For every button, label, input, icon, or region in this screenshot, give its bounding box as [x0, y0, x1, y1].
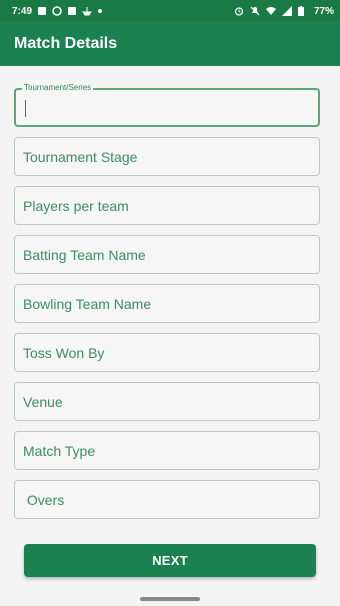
whatsapp-icon: [52, 6, 62, 16]
ship-icon: [82, 6, 92, 16]
toss-won-by-field[interactable]: Toss Won By: [14, 333, 320, 372]
overs-placeholder: Overs: [23, 491, 65, 508]
match-details-form: Tournament/Series Tournament Stage Playe…: [14, 83, 320, 529]
app-bar: Match Details: [0, 22, 340, 66]
tournament-series-field[interactable]: Tournament/Series: [14, 83, 320, 127]
match-type-placeholder: Match Type: [23, 442, 96, 459]
venue-placeholder: Venue: [23, 393, 63, 410]
status-bar: 7:49 77%: [0, 0, 340, 22]
text-cursor: [25, 100, 26, 117]
batting-team-name-placeholder: Batting Team Name: [23, 246, 146, 263]
tournament-stage-field[interactable]: Tournament Stage: [14, 137, 320, 176]
gesture-nav-handle[interactable]: [140, 597, 200, 601]
batting-team-name-field[interactable]: Batting Team Name: [14, 235, 320, 274]
status-time: 7:49: [12, 5, 33, 17]
next-button[interactable]: NEXT: [24, 544, 316, 577]
status-right-icons: 77%: [234, 6, 334, 17]
toss-won-by-placeholder: Toss Won By: [23, 344, 105, 361]
wifi-icon: [265, 6, 276, 16]
mute-icon: [250, 6, 260, 16]
match-type-field[interactable]: Match Type: [14, 431, 320, 470]
overs-field[interactable]: Overs: [14, 480, 320, 519]
bowling-team-name-placeholder: Bowling Team Name: [23, 295, 152, 312]
status-left-icons: [38, 6, 103, 16]
players-per-team-placeholder: Players per team: [23, 197, 129, 214]
battery-icon: [297, 6, 308, 16]
battery-percent: 77%: [313, 5, 334, 17]
players-per-team-field[interactable]: Players per team: [14, 186, 320, 225]
tournament-series-label: Tournament/Series: [22, 83, 94, 92]
tournament-stage-placeholder: Tournament Stage: [23, 148, 138, 165]
download-icon: [68, 7, 77, 15]
dot-icon: [98, 9, 103, 13]
page-title: Match Details: [14, 35, 118, 52]
venue-field[interactable]: Venue: [14, 382, 320, 421]
signal-icon: [281, 6, 292, 16]
bowling-team-name-field[interactable]: Bowling Team Name: [14, 284, 320, 323]
photo-icon: [38, 7, 47, 15]
alarm-icon: [234, 6, 244, 16]
